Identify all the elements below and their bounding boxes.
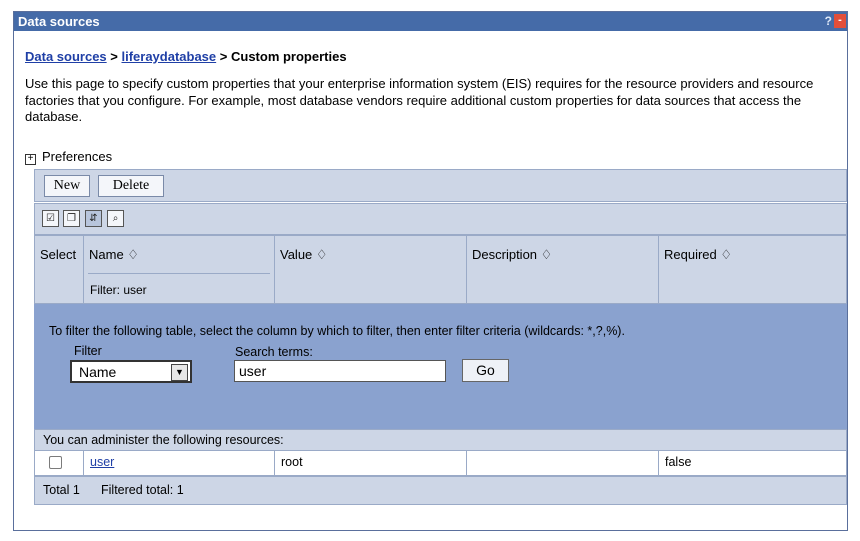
- go-button[interactable]: Go: [462, 359, 509, 382]
- select-column-label: Select: [40, 247, 77, 262]
- description-column-label[interactable]: Description ♢: [472, 247, 552, 263]
- column-header-value[interactable]: Value ♢: [275, 236, 467, 303]
- row-name-link[interactable]: user: [90, 455, 114, 469]
- minimize-icon[interactable]: -: [834, 14, 846, 28]
- row-required-cell: false: [659, 451, 846, 475]
- select-all-icon[interactable]: ☑: [42, 210, 59, 227]
- table-header-row: Select Name ♢ Filter: user Value ♢ Descr…: [34, 235, 847, 304]
- row-value: root: [281, 455, 303, 469]
- column-header-required[interactable]: Required ♢: [659, 236, 846, 303]
- row-name-cell: user: [84, 451, 275, 475]
- clear-filter-icon[interactable]: ⌕: [107, 210, 124, 227]
- show-filter-icon[interactable]: ⇵: [85, 210, 102, 227]
- preferences-toggle[interactable]: + Preferences: [25, 149, 112, 165]
- row-checkbox[interactable]: [49, 456, 62, 469]
- filter-label: Filter: [74, 344, 102, 358]
- page-description: Use this page to specify custom properti…: [25, 76, 814, 124]
- required-column-label[interactable]: Required ♢: [664, 247, 732, 263]
- filter-panel: To filter the following table, select th…: [34, 304, 847, 429]
- expand-plus-icon[interactable]: +: [25, 154, 36, 165]
- window-title: Data sources: [18, 14, 100, 29]
- breadcrumb-current: Custom properties: [230, 49, 347, 64]
- new-button[interactable]: New: [44, 175, 90, 197]
- help-icon[interactable]: ?: [825, 14, 832, 28]
- name-column-label[interactable]: Name ♢: [89, 247, 139, 263]
- filter-column-select[interactable]: Name ▼: [70, 360, 192, 383]
- delete-button[interactable]: Delete: [98, 175, 164, 197]
- value-column-label[interactable]: Value ♢: [280, 247, 328, 263]
- row-description-cell: [467, 451, 659, 475]
- row-required: false: [665, 455, 692, 469]
- table-row: user root false: [34, 451, 847, 476]
- search-terms-label: Search terms:: [235, 345, 313, 359]
- total-count: Total 1: [43, 483, 80, 497]
- resources-caption-row: You can administer the following resourc…: [34, 429, 847, 451]
- filter-hint: Filter: user: [90, 283, 147, 297]
- selection-toolbar: ☑ ❐ ⇵ ⌕: [34, 203, 847, 235]
- breadcrumb-liferaydatabase-link[interactable]: liferaydatabase: [121, 49, 216, 64]
- search-terms-input[interactable]: [234, 360, 446, 382]
- breadcrumb-separator: >: [216, 49, 231, 64]
- dropdown-arrow-icon[interactable]: ▼: [171, 364, 188, 381]
- column-header-description[interactable]: Description ♢: [467, 236, 659, 303]
- row-value-cell: root: [275, 451, 467, 475]
- breadcrumb: Data sources > liferaydatabase > Custom …: [25, 49, 347, 64]
- action-toolbar: New Delete: [34, 169, 847, 202]
- filter-instruction: To filter the following table, select th…: [49, 324, 625, 338]
- column-header-name[interactable]: Name ♢ Filter: user: [84, 236, 275, 303]
- breadcrumb-data-sources-link[interactable]: Data sources: [25, 49, 107, 64]
- window-titlebar: Data sources ? -: [14, 12, 847, 31]
- preferences-label: Preferences: [42, 149, 113, 164]
- breadcrumb-separator: >: [106, 49, 122, 64]
- header-divider: [88, 273, 270, 274]
- filtered-total-count: Filtered total: 1: [101, 483, 184, 497]
- resources-caption: You can administer the following resourc…: [43, 433, 284, 447]
- totals-row: Total 1 Filtered total: 1: [34, 476, 847, 505]
- deselect-all-icon[interactable]: ❐: [63, 210, 80, 227]
- column-header-select: Select: [35, 236, 84, 303]
- row-select-cell: [35, 451, 84, 475]
- filter-column-value: Name: [79, 364, 117, 380]
